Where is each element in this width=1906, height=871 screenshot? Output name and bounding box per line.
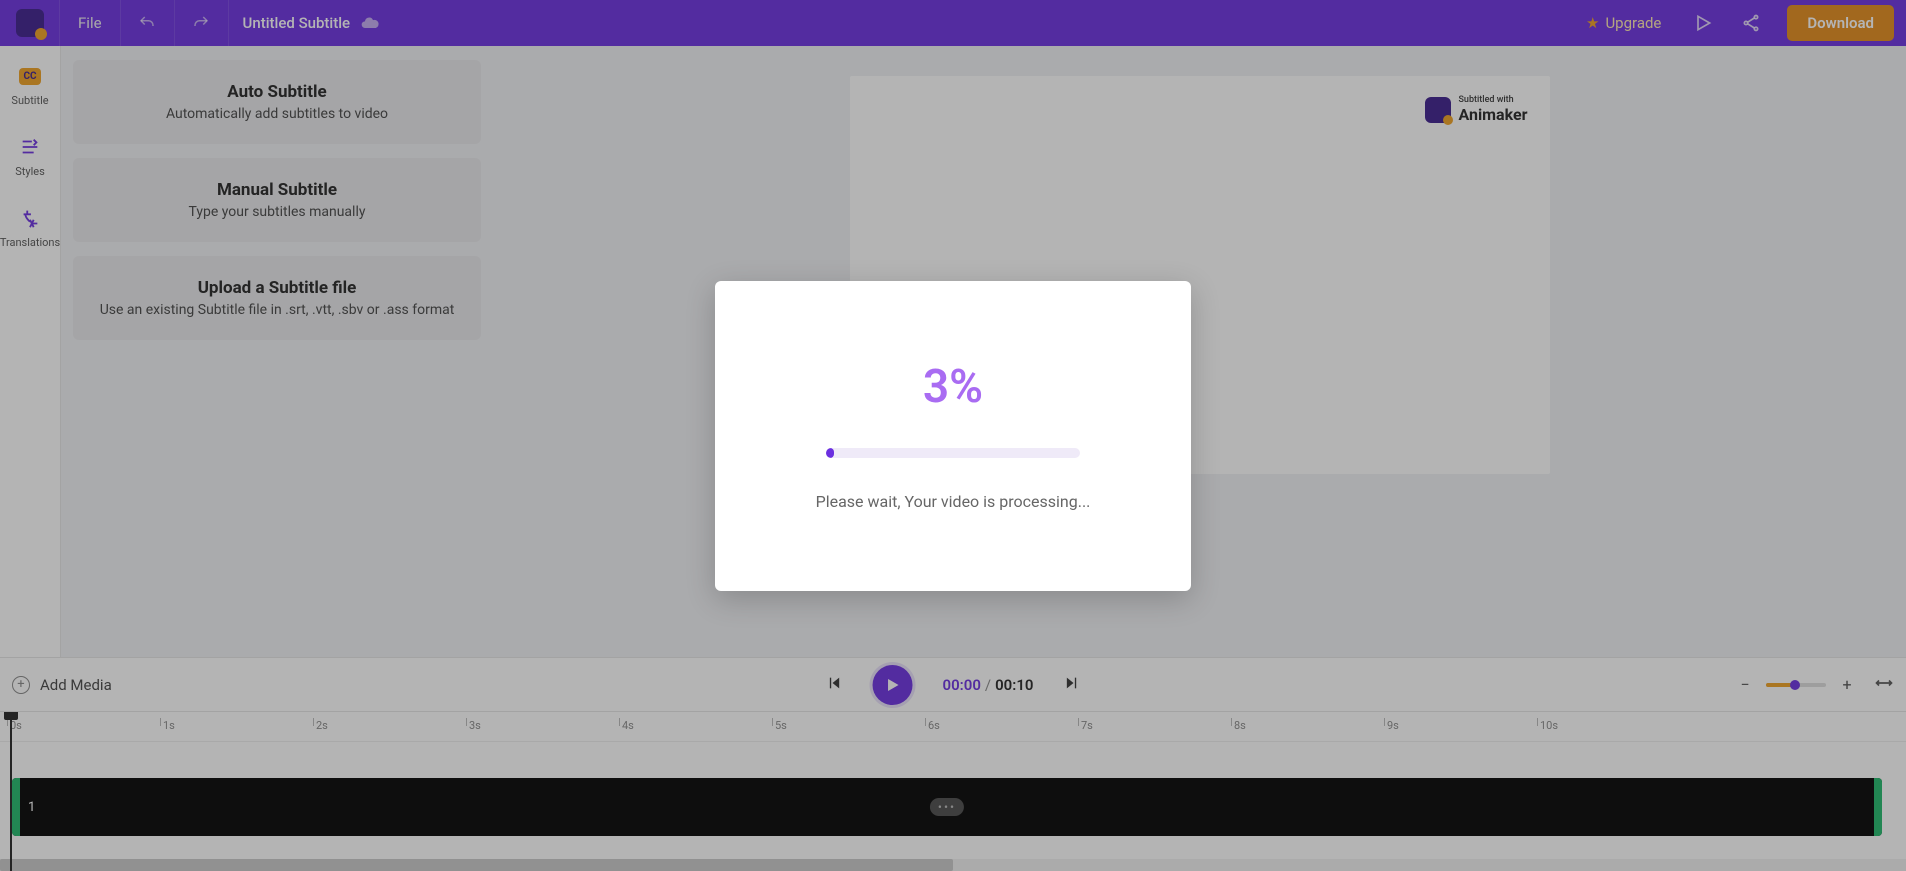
progress-bar <box>826 448 1080 458</box>
modal-overlay: 3% Please wait, Your video is processing… <box>0 0 1906 871</box>
progress-message: Please wait, Your video is processing... <box>816 492 1091 511</box>
progress-bar-fill <box>826 448 834 458</box>
processing-modal: 3% Please wait, Your video is processing… <box>715 281 1191 591</box>
progress-percent: 3% <box>923 360 983 414</box>
